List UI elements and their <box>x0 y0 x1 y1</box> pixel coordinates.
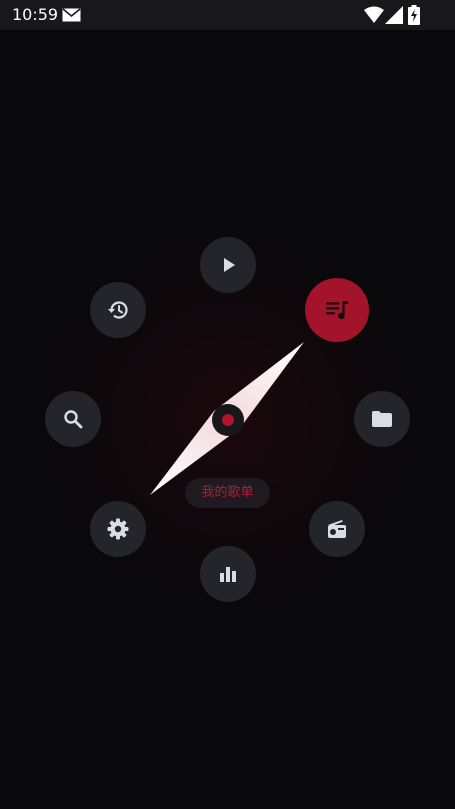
search-button[interactable] <box>45 391 101 447</box>
history-icon <box>108 301 128 319</box>
now-playing-button[interactable] <box>200 237 256 293</box>
hub-dot <box>222 414 234 426</box>
wifi-icon <box>364 6 384 23</box>
menu-hub <box>212 404 244 436</box>
folder-icon <box>372 411 392 427</box>
stats-button[interactable] <box>200 546 256 602</box>
bar-chart-icon <box>220 567 236 582</box>
play-icon <box>224 258 235 272</box>
radio-icon <box>328 520 346 538</box>
playlist-music-icon <box>326 301 348 320</box>
history-button[interactable] <box>90 282 146 338</box>
status-bar: 10:59 <box>0 0 455 30</box>
settings-button[interactable] <box>90 501 146 557</box>
selected-item-label: 我的歌单 <box>185 478 270 508</box>
signal-icon <box>385 6 403 24</box>
playlist-button[interactable] <box>305 278 369 342</box>
status-time: 10:59 <box>12 5 59 24</box>
mail-icon <box>62 8 81 22</box>
folder-button[interactable] <box>354 391 410 447</box>
search-icon <box>64 410 83 429</box>
gear-icon <box>107 518 129 540</box>
radio-button[interactable] <box>309 501 365 557</box>
battery-charging-icon <box>408 5 420 25</box>
